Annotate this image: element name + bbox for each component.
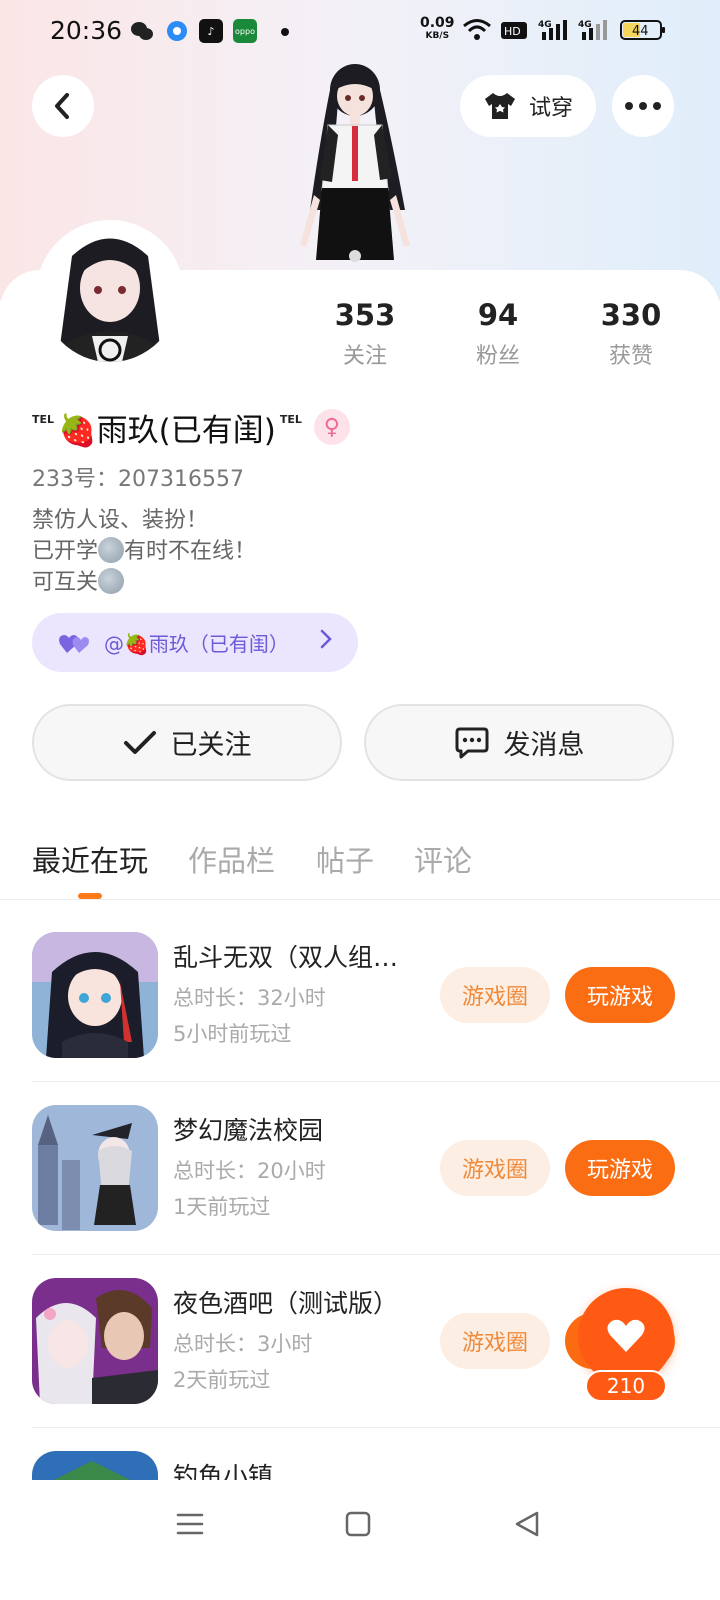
game-list-item[interactable]: 乱斗无双（双人组… 总时长：32小时 5小时前玩过 游戏圈 玩游戏: [0, 932, 720, 1104]
game-icon: [32, 932, 158, 1058]
signal-1-icon: 4G: [538, 20, 567, 40]
tab-comments[interactable]: 评论: [414, 838, 472, 880]
relationship-tag-chip[interactable]: @🍓雨玖（已有闺）: [32, 613, 358, 672]
bio-line-3: 可互关: [32, 567, 256, 598]
tabs-divider: [0, 899, 720, 900]
game-icon: [32, 1278, 158, 1404]
user-bio: 禁仿人设、装扮！ 已开学 有时不在线！ 可互关: [32, 505, 256, 598]
game-list-item[interactable]: 梦幻魔法校园 总时长：20小时 1天前玩过 游戏圈 玩游戏: [0, 1105, 720, 1277]
following-count: 353: [334, 298, 396, 332]
game-last-played: 1天前玩过: [173, 1195, 271, 1219]
menu-icon[interactable]: [176, 1510, 204, 1538]
system-nav-bar: [0, 1480, 720, 1600]
tiktok-icon: ♪: [199, 19, 223, 43]
followers-label: 粉丝: [475, 344, 520, 369]
female-gender-icon: ♀: [313, 409, 350, 445]
double-heart-icon: [59, 634, 89, 653]
more-button[interactable]: [612, 75, 674, 137]
try-on-label: 试穿: [528, 96, 573, 121]
oppo-icon: oppo: [233, 19, 257, 43]
moon-emoji-icon: [98, 537, 125, 563]
followed-button[interactable]: 已关注: [32, 704, 342, 781]
game-circle-button[interactable]: 游戏圈: [440, 967, 550, 1023]
net-speed: 0.09 KB/S: [420, 15, 455, 41]
signal-2-icon: 4G: [578, 20, 607, 40]
home-icon[interactable]: [344, 1510, 372, 1538]
svg-text:44: 44: [632, 24, 649, 39]
svg-text:HD: HD: [504, 25, 521, 38]
status-time: 20:36: [50, 16, 123, 45]
tshirt-icon: [484, 93, 515, 119]
moon-emoji-icon: [98, 568, 125, 594]
back-triangle-icon[interactable]: [513, 1510, 541, 1538]
game-circle-button[interactable]: 游戏圈: [440, 1313, 550, 1369]
tab-recently-played[interactable]: 最近在玩: [32, 838, 148, 880]
character-dressup-image: [300, 64, 410, 262]
avatar-portrait-image: [42, 226, 178, 362]
likes-label: 获赞: [608, 344, 653, 369]
play-game-button[interactable]: 玩游戏: [565, 967, 675, 1023]
list-divider: [32, 1254, 720, 1255]
game-icon: [32, 1105, 158, 1231]
game-last-played: 2天前玩过: [173, 1368, 271, 1392]
wechat-icon: [130, 19, 154, 43]
chat-bubble-icon: [455, 727, 488, 758]
game-title: 梦幻魔法校园: [173, 1116, 324, 1145]
hd-icon: HD: [501, 22, 527, 39]
game-title: 钓鱼小镇: [173, 1462, 274, 1481]
stat-likes[interactable]: 330 获赞: [576, 298, 686, 370]
status-bar: 20:36 ♪ oppo 0.09 KB/S HD 4G 4G 44: [0, 0, 720, 64]
game-duration: 总时长：32小时: [173, 986, 326, 1010]
stat-followers[interactable]: 94 粉丝: [443, 298, 553, 370]
game-last-played: 5小时前玩过: [173, 1022, 292, 1046]
bio-line-1: 禁仿人设、装扮！: [32, 508, 209, 533]
bio-line-2: 已开学 有时不在线！: [32, 537, 257, 564]
game-list-item[interactable]: 钓鱼小镇: [0, 1451, 720, 1481]
list-divider: [32, 1081, 720, 1082]
game-icon: [32, 1451, 158, 1481]
followers-count: 94: [477, 298, 519, 332]
game-circle-button[interactable]: 游戏圈: [440, 1140, 550, 1196]
try-on-button[interactable]: 试穿: [460, 75, 596, 137]
like-count-badge: 210: [585, 1370, 667, 1402]
heart-icon: [607, 1319, 645, 1352]
game-duration: 总时长：3小时: [173, 1332, 313, 1356]
likes-count: 330: [600, 298, 662, 332]
tel-badge-left: TEL: [32, 412, 55, 426]
back-button[interactable]: [32, 75, 94, 137]
tel-badge-right: TEL: [279, 412, 302, 426]
more-dots-icon: [625, 102, 661, 110]
battery-icon: 44: [620, 20, 665, 40]
tab-posts[interactable]: 帖子: [316, 838, 374, 880]
game-title: 夜色酒吧（测试版）: [173, 1289, 399, 1318]
profile-stats: 353 关注 94 粉丝 330 获赞: [300, 298, 720, 378]
stat-following[interactable]: 353 关注: [310, 298, 420, 370]
notification-dot: [281, 28, 289, 36]
send-message-label: 发消息: [503, 730, 585, 761]
checkmark-icon: [123, 730, 156, 754]
chevron-left-icon: [55, 93, 69, 119]
followed-label: 已关注: [170, 730, 252, 761]
send-message-button[interactable]: 发消息: [364, 704, 674, 781]
username-row: TEL 🍓雨玖(已有闺) TEL ♀: [32, 405, 350, 449]
tab-works[interactable]: 作品栏: [188, 838, 275, 880]
browser-icon: [165, 19, 189, 43]
user-id[interactable]: 233号：207316557: [32, 461, 244, 493]
username: 🍓雨玖(已有闺): [58, 412, 276, 449]
user-avatar[interactable]: [36, 220, 184, 368]
game-title: 乱斗无双（双人组…: [173, 943, 399, 972]
chevron-right-icon: [320, 629, 332, 655]
wifi-icon: [463, 19, 491, 40]
list-divider: [32, 1427, 720, 1428]
relationship-tag-text: @🍓雨玖（已有闺）: [104, 632, 289, 656]
following-label: 关注: [342, 344, 387, 369]
game-duration: 总时长：20小时: [173, 1159, 326, 1183]
play-game-button[interactable]: 玩游戏: [565, 1140, 675, 1196]
